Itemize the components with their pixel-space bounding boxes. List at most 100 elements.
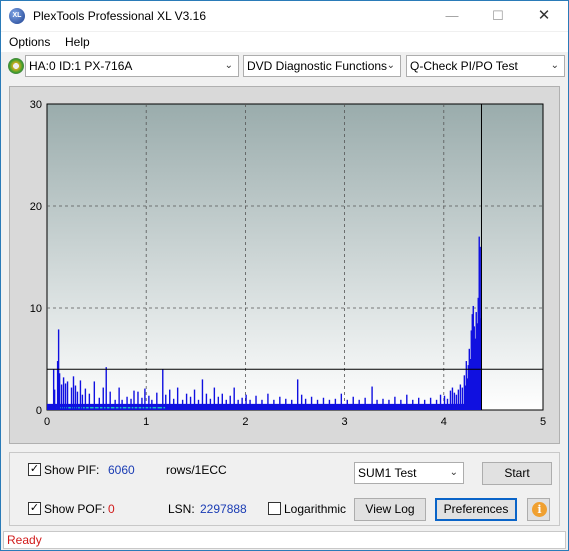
pif-bar — [229, 395, 231, 410]
x-tick-label: 3 — [342, 416, 348, 428]
show-pif-label: Show PIF: — [44, 463, 100, 477]
x-tick-label: 5 — [540, 416, 546, 428]
x-tick-label: 2 — [242, 416, 248, 428]
pof-value: 0 — [108, 502, 115, 516]
pif-bar — [141, 397, 143, 410]
function-select[interactable]: DVD Diagnostic Functions ⌄ — [243, 55, 401, 77]
info-icon: i — [532, 502, 547, 517]
y-tick-label: 10 — [30, 303, 42, 315]
maximize-button[interactable]: ☐ — [475, 1, 521, 31]
disc-drive-icon — [8, 58, 24, 74]
x-tick-labels: 0 1 2 3 4 5 — [44, 416, 546, 428]
pif-bar — [225, 399, 227, 410]
pif-bar — [148, 395, 150, 410]
chevron-down-icon: ⌄ — [224, 60, 233, 71]
pif-bar — [443, 395, 446, 410]
pif-bar — [455, 394, 458, 410]
menu-help[interactable]: Help — [65, 35, 90, 49]
chevron-down-icon: ⌄ — [550, 60, 559, 71]
pif-bar — [237, 399, 239, 410]
pif-bar — [197, 399, 200, 410]
x-tick-label: 0 — [44, 416, 50, 428]
app-window: XL PlexTools Professional XL V3.16 — ☐ ✕… — [0, 0, 569, 551]
pif-bar — [74, 385, 77, 410]
lsn-value: 2297888 — [200, 502, 247, 516]
drive-select[interactable]: HA:0 ID:1 PX-716A ⌄ — [25, 55, 239, 77]
y-tick-label: 30 — [30, 99, 42, 111]
pif-bar — [151, 399, 153, 410]
menu-options[interactable]: Options — [9, 35, 50, 49]
pif-bar — [249, 399, 251, 410]
pif-bar — [102, 387, 104, 410]
info-button[interactable]: i — [527, 498, 550, 521]
pif-bar — [79, 380, 82, 410]
pif-bar — [60, 384, 63, 410]
pif-bar — [418, 397, 420, 410]
pif-bar — [340, 393, 343, 410]
minimize-button[interactable]: — — [429, 1, 475, 31]
pif-bar — [316, 399, 319, 410]
status-bar: Ready — [3, 531, 566, 549]
pif-bar — [66, 381, 69, 410]
window-title: PlexTools Professional XL V3.16 — [33, 9, 206, 23]
pif-bar — [64, 383, 67, 410]
pif-bar — [388, 399, 390, 410]
pif-bar — [459, 384, 462, 410]
pif-bar — [172, 398, 175, 410]
chart-panel: 0 10 20 30 0 1 2 3 4 5 — [9, 86, 560, 444]
pif-bar — [394, 396, 396, 410]
pif-bar — [121, 399, 123, 410]
toolbar: HA:0 ID:1 PX-716A ⌄ DVD Diagnostic Funct… — [1, 53, 568, 79]
pif-bar — [144, 388, 146, 410]
pif-bar — [53, 389, 56, 410]
lsn-label: LSN: — [168, 502, 195, 516]
mode-select-value: SUM1 Test — [358, 466, 417, 480]
pif-bar — [291, 399, 293, 410]
view-log-button[interactable]: View Log — [354, 498, 426, 521]
chevron-down-icon: ⌄ — [386, 60, 395, 71]
pif-bar — [364, 397, 366, 410]
status-text: Ready — [7, 533, 42, 547]
pif-bar — [435, 399, 438, 410]
preferences-button[interactable]: Preferences — [435, 498, 517, 521]
pif-bar — [310, 396, 313, 410]
pif-bar — [76, 391, 79, 410]
pif-bar — [429, 397, 432, 410]
pif-bar — [261, 399, 263, 410]
y-tick-label: 20 — [30, 201, 42, 213]
pif-value: 6060 — [108, 463, 135, 477]
pif-bar — [334, 398, 337, 410]
app-logo-icon: XL — [9, 8, 25, 24]
logarithmic-label: Logarithmic — [284, 502, 347, 516]
pif-bar — [328, 399, 331, 410]
pif-bar — [412, 399, 414, 410]
pif-bar — [285, 398, 287, 410]
logarithmic-checkbox[interactable] — [268, 502, 281, 515]
pif-bar — [93, 381, 96, 410]
close-button[interactable]: ✕ — [521, 1, 567, 31]
pif-bar — [98, 397, 100, 410]
y-tick-label: 0 — [36, 405, 42, 417]
pif-bar — [105, 367, 107, 410]
pif-bar — [446, 398, 449, 410]
pif-bar — [118, 387, 120, 410]
x-tick-label: 1 — [143, 416, 149, 428]
pif-bar — [233, 387, 235, 410]
pif-bar — [201, 379, 204, 410]
pif-bar — [169, 389, 171, 410]
pif-bar — [461, 387, 464, 410]
show-pif-checkbox[interactable]: ✓ — [28, 463, 41, 476]
pif-bar — [423, 399, 426, 410]
mode-select[interactable]: SUM1 Test ⌄ — [354, 462, 464, 484]
pif-bar — [176, 387, 179, 410]
pif-bar — [382, 398, 384, 410]
show-pof-checkbox[interactable]: ✓ — [28, 502, 41, 515]
start-button[interactable]: Start — [482, 462, 552, 485]
pif-bar — [70, 387, 73, 410]
title-bar[interactable]: XL PlexTools Professional XL V3.16 — ☐ ✕ — [1, 1, 568, 31]
pif-bar — [62, 377, 65, 410]
pif-bar — [221, 393, 223, 410]
pif-bar — [130, 398, 132, 410]
test-select[interactable]: Q-Check PI/PO Test ⌄ — [406, 55, 565, 77]
pif-bar — [371, 386, 373, 410]
